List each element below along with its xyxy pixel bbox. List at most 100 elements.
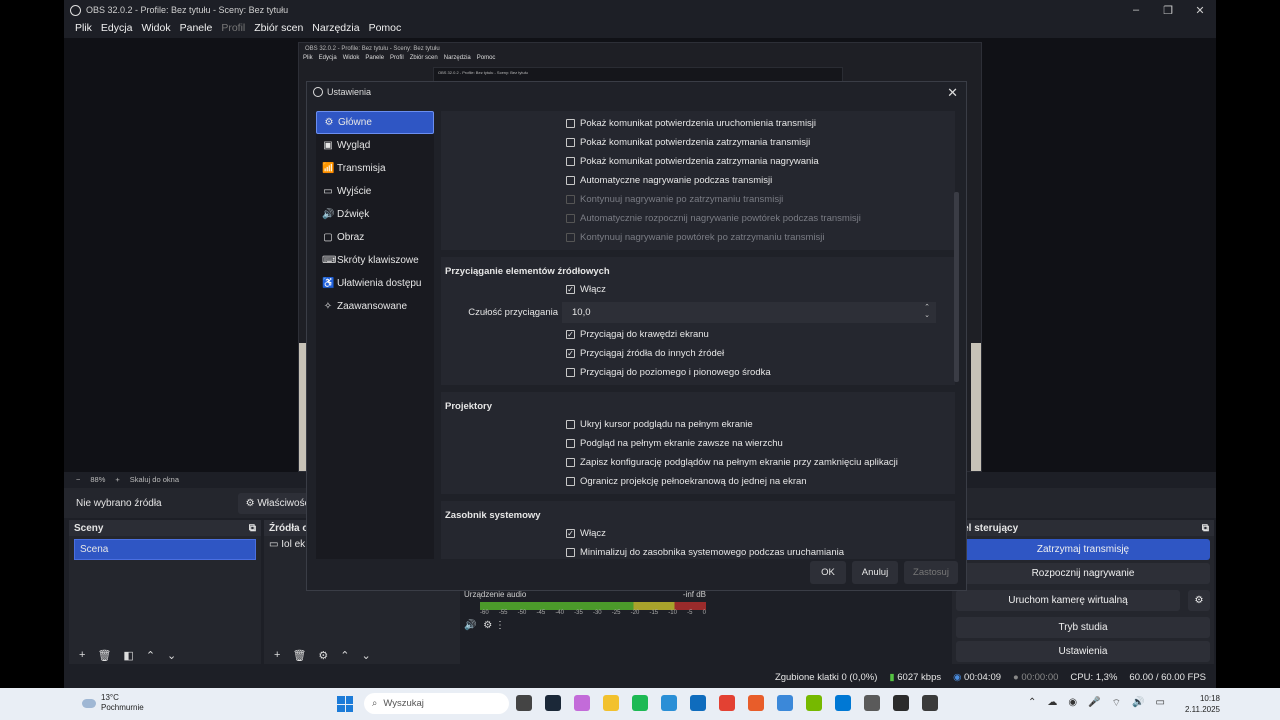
checkbox-row[interactable]: Przyciągaj do poziomego i pionowego środ… bbox=[445, 363, 951, 382]
source-item[interactable]: Iol ek bbox=[281, 539, 305, 550]
remove-scene-button[interactable]: 🗑 bbox=[97, 649, 111, 662]
checkbox[interactable] bbox=[566, 420, 575, 429]
taskbar-app-icon[interactable] bbox=[922, 695, 938, 711]
menu-panele[interactable]: Panele bbox=[180, 22, 213, 34]
spin-arrows-icon[interactable]: ⌃ ⌄ bbox=[924, 304, 930, 320]
nav-stream[interactable]: 📶 Transmisja bbox=[316, 157, 434, 180]
checkbox[interactable] bbox=[566, 119, 575, 128]
checkbox-row[interactable]: ✓ Przyciągaj do krawędzi ekranu bbox=[445, 325, 951, 344]
taskbar-app-icon[interactable] bbox=[864, 695, 880, 711]
checkbox-row[interactable]: ✓ Włącz bbox=[445, 524, 951, 543]
checkbox-checked[interactable]: ✓ bbox=[566, 349, 575, 358]
checkbox-checked[interactable]: ✓ bbox=[566, 285, 575, 294]
audio-mixer-settings-icon[interactable]: ⚙ ⋮ bbox=[483, 620, 505, 631]
remove-source-button[interactable]: 🗑 bbox=[292, 649, 306, 662]
nav-hotkeys[interactable]: ⌨ Skróty klawiszowe bbox=[316, 249, 434, 272]
checkbox[interactable] bbox=[566, 157, 575, 166]
checkbox-row[interactable]: Ukryj kursor podglądu na pełnym ekranie bbox=[445, 415, 951, 434]
source-settings-icon[interactable]: ⚙ bbox=[318, 649, 328, 662]
battery-icon[interactable]: ▭ bbox=[1155, 697, 1164, 710]
volume-icon[interactable]: 🔊 bbox=[464, 620, 476, 631]
add-source-button[interactable]: + bbox=[274, 649, 280, 662]
close-window-button[interactable]: ✕ bbox=[1184, 0, 1216, 20]
add-scene-button[interactable]: + bbox=[79, 649, 85, 662]
nav-general[interactable]: ⚙ Główne bbox=[316, 111, 434, 134]
source-up-button[interactable]: ⌃ bbox=[340, 649, 349, 662]
taskbar-app-icon[interactable] bbox=[835, 695, 851, 711]
undock-icon[interactable]: ⧉ bbox=[1202, 523, 1209, 534]
content-scrollbar[interactable] bbox=[954, 192, 959, 382]
scene-item[interactable]: Scena bbox=[74, 539, 256, 560]
nav-advanced[interactable]: ✧ Zaawansowane bbox=[316, 295, 434, 318]
checkbox-row[interactable]: Zapisz konfigurację podglądów na pełnym … bbox=[445, 453, 951, 472]
taskbar-app-icon[interactable] bbox=[661, 695, 677, 711]
maximize-button[interactable]: ❐ bbox=[1152, 0, 1184, 20]
nav-accessibility[interactable]: ♿ Ułatwienia dostępu bbox=[316, 272, 434, 295]
checkbox-row[interactable]: Ogranicz projekcję pełnoekranową do jedn… bbox=[445, 472, 951, 491]
nav-video[interactable]: ▢ Obraz bbox=[316, 226, 434, 249]
stop-streaming-button[interactable]: Zatrzymaj transmisję bbox=[956, 539, 1210, 560]
checkbox-row[interactable]: Pokaż komunikat potwierdzenia uruchomien… bbox=[445, 114, 951, 133]
cloud-tray-icon[interactable]: ☁ bbox=[1047, 697, 1057, 710]
apply-button[interactable]: Zastosuj bbox=[904, 561, 958, 584]
taskbar-app-icon[interactable] bbox=[719, 695, 735, 711]
cancel-button[interactable]: Anuluj bbox=[852, 561, 898, 584]
menu-plik[interactable]: Plik bbox=[75, 22, 92, 34]
taskbar-app-icon[interactable] bbox=[893, 695, 909, 711]
menu-pomoc[interactable]: Pomoc bbox=[369, 22, 402, 34]
taskbar-app-icon[interactable] bbox=[632, 695, 648, 711]
sensitivity-spinbox[interactable]: 10,0 ⌃ ⌄ bbox=[562, 301, 936, 323]
taskbar-app-icon[interactable] bbox=[806, 695, 822, 711]
menu-zbior-scen[interactable]: Zbiór scen bbox=[254, 22, 303, 34]
checkbox-row[interactable]: ✓ Włącz bbox=[445, 280, 951, 299]
mic-icon[interactable]: 🎤 bbox=[1088, 697, 1100, 710]
volume-icon[interactable]: 🔊 bbox=[1132, 697, 1144, 710]
weather-widget[interactable]: 13°C Pochmurnie bbox=[82, 693, 144, 713]
checkbox-row[interactable]: Pokaż komunikat potwierdzenia zatrzymani… bbox=[445, 133, 951, 152]
zoom-in-button[interactable]: + bbox=[115, 475, 119, 484]
menu-widok[interactable]: Widok bbox=[141, 22, 170, 34]
scale-to-window-dropdown[interactable]: Skaluj do okna bbox=[130, 475, 179, 484]
taskbar-app-icon[interactable] bbox=[516, 695, 532, 711]
checkbox-checked[interactable]: ✓ bbox=[566, 330, 575, 339]
taskbar-app-icon[interactable] bbox=[603, 695, 619, 711]
taskbar-search[interactable]: ⌕ Wyszukaj bbox=[364, 693, 509, 714]
source-down-button[interactable]: ⌄ bbox=[362, 649, 371, 662]
checkbox-row[interactable]: Minimalizuj do zasobnika systemowego pod… bbox=[445, 543, 951, 559]
ok-button[interactable]: OK bbox=[810, 561, 846, 584]
taskbar-app-icon[interactable] bbox=[690, 695, 706, 711]
start-recording-button[interactable]: Rozpocznij nagrywanie bbox=[956, 563, 1210, 584]
start-virtual-camera-button[interactable]: Uruchom kamerę wirtualną bbox=[956, 590, 1180, 611]
minimize-button[interactable]: – bbox=[1120, 0, 1152, 20]
move-up-button[interactable]: ⌃ bbox=[146, 649, 155, 662]
zoom-out-button[interactable]: − bbox=[76, 475, 80, 484]
checkbox-row[interactable]: Podgląd na pełnym ekranie zawsze na wier… bbox=[445, 434, 951, 453]
menu-narzedzia[interactable]: Narzędzia bbox=[312, 22, 359, 34]
nav-audio[interactable]: 🔊 Dźwięk bbox=[316, 203, 434, 226]
taskbar-app-icon[interactable] bbox=[748, 695, 764, 711]
checkbox-checked[interactable]: ✓ bbox=[566, 529, 575, 538]
settings-button[interactable]: Ustawienia bbox=[956, 641, 1210, 662]
checkbox[interactable] bbox=[566, 477, 575, 486]
checkbox[interactable] bbox=[566, 368, 575, 377]
taskbar-app-icon[interactable] bbox=[777, 695, 793, 711]
menu-profil[interactable]: Profil bbox=[221, 22, 245, 34]
nav-appearance[interactable]: ▣ Wygląd bbox=[316, 134, 434, 157]
menu-edycja[interactable]: Edycja bbox=[101, 22, 133, 34]
checkbox[interactable] bbox=[566, 138, 575, 147]
clock[interactable]: 10:18 2.11.2025 bbox=[1185, 693, 1220, 715]
wifi-icon[interactable]: ⌔ bbox=[1112, 697, 1121, 710]
camera-tray-icon[interactable]: ◉ bbox=[1068, 697, 1077, 710]
nav-output[interactable]: ▭ Wyjście bbox=[316, 180, 434, 203]
studio-mode-button[interactable]: Tryb studia bbox=[956, 617, 1210, 638]
checkbox[interactable] bbox=[566, 458, 575, 467]
checkbox[interactable] bbox=[566, 176, 575, 185]
checkbox-row[interactable]: ✓ Przyciągaj źródła do innych źródeł bbox=[445, 344, 951, 363]
start-button[interactable] bbox=[337, 696, 353, 712]
taskbar-app-icon[interactable] bbox=[545, 695, 561, 711]
checkbox-row[interactable]: Pokaż komunikat potwierdzenia zatrzymani… bbox=[445, 152, 951, 171]
close-icon[interactable]: ✕ bbox=[947, 85, 958, 101]
checkbox[interactable] bbox=[566, 548, 575, 557]
chevron-up-icon[interactable]: ⌃ bbox=[1028, 697, 1036, 710]
taskbar-app-icon[interactable] bbox=[574, 695, 590, 711]
